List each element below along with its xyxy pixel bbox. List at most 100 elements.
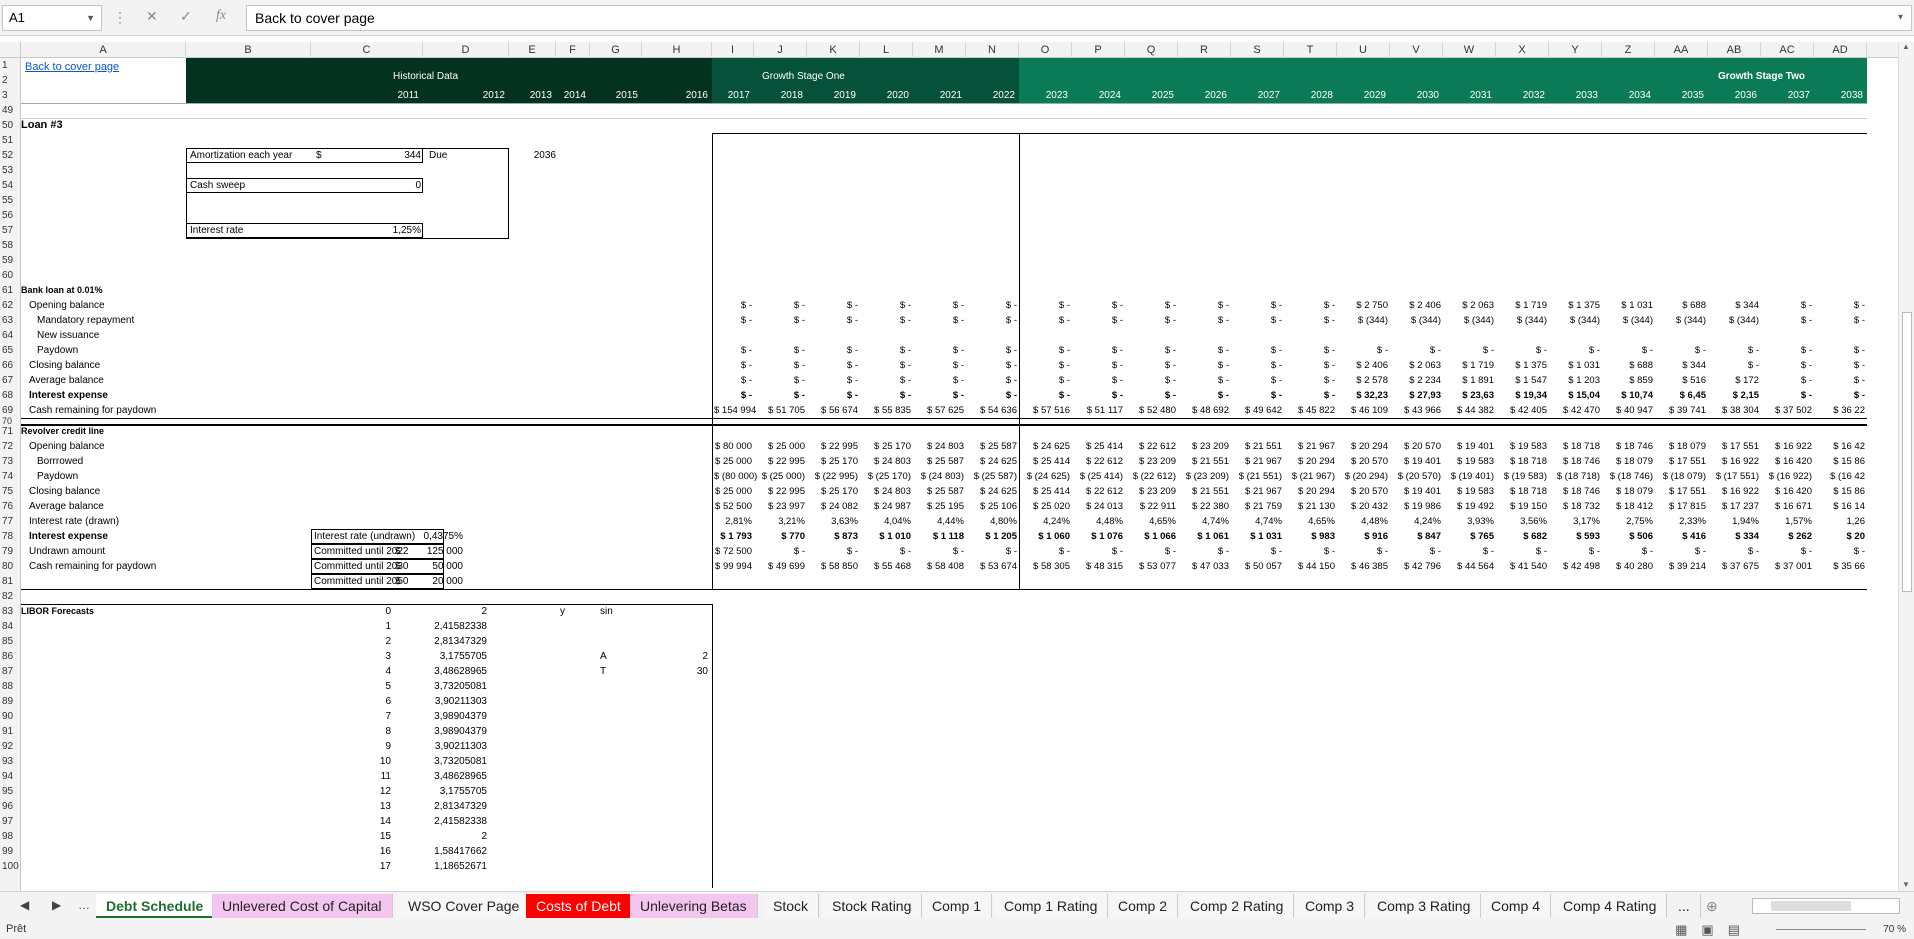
row-header[interactable]: 51 [0, 133, 21, 148]
sheet-tab[interactable]: Comp 2 Rating [1180, 894, 1295, 918]
sheet-tab[interactable]: Comp 2 [1108, 894, 1179, 918]
formula-input[interactable]: Back to cover page ▾ [246, 5, 1912, 31]
column-header[interactable]: I [712, 42, 754, 58]
row-header[interactable]: 72 [0, 439, 21, 454]
row-header[interactable]: 100 [0, 859, 21, 874]
column-header[interactable]: M [913, 42, 966, 58]
column-header[interactable]: F [556, 42, 590, 58]
chevron-down-icon[interactable]: ▼ [86, 6, 95, 30]
column-header[interactable]: D [423, 42, 509, 58]
row-header[interactable]: 70 [0, 414, 21, 429]
cell-grid[interactable]: Back to cover page Historical Data Growth … [21, 58, 1898, 891]
sheet-tab[interactable]: Unlevered Cost of Capital [212, 894, 393, 918]
row-header[interactable]: 98 [0, 829, 21, 844]
column-header[interactable]: S [1231, 42, 1284, 58]
row-header[interactable]: 68 [0, 388, 21, 403]
row-header[interactable]: 1 [0, 58, 21, 73]
column-header[interactable]: E [509, 42, 556, 58]
row-header[interactable]: 2 [0, 73, 21, 88]
row-header[interactable]: 66 [0, 358, 21, 373]
sheet-tab[interactable]: Comp 3 Rating [1367, 894, 1482, 918]
sheet-tab[interactable]: ... [1668, 894, 1701, 918]
vertical-scrollbar[interactable]: ▲ ▼ [1898, 42, 1914, 891]
row-header[interactable]: 83 [0, 604, 21, 619]
row-header[interactable]: 56 [0, 208, 21, 223]
back-to-cover-link[interactable]: Back to cover page [25, 60, 119, 75]
row-header[interactable]: 76 [0, 499, 21, 514]
column-header[interactable]: B [186, 42, 311, 58]
row-header[interactable]: 54 [0, 178, 21, 193]
row-header[interactable]: 63 [0, 313, 21, 328]
row-header[interactable]: 94 [0, 769, 21, 784]
row-header[interactable]: 96 [0, 799, 21, 814]
view-buttons[interactable]: ▦▣▤ [1675, 920, 1754, 939]
row-header[interactable]: 73 [0, 454, 21, 469]
row-header[interactable]: 88 [0, 679, 21, 694]
next-sheet-icon[interactable]: ▶ [52, 898, 61, 912]
column-header[interactable]: P [1072, 42, 1125, 58]
prev-sheet-icon[interactable]: ◀ [20, 898, 29, 912]
row-header[interactable]: 81 [0, 574, 21, 589]
column-header[interactable]: J [754, 42, 807, 58]
column-header[interactable]: R [1178, 42, 1231, 58]
row-header[interactable]: 79 [0, 544, 21, 559]
column-header[interactable]: O [1019, 42, 1072, 58]
sheet-tab[interactable]: Stock Rating [822, 894, 923, 918]
row-header[interactable]: 85 [0, 634, 21, 649]
row-header[interactable]: 87 [0, 664, 21, 679]
column-header[interactable]: Y [1549, 42, 1602, 58]
column-header[interactable]: H [642, 42, 712, 58]
row-header[interactable]: 93 [0, 754, 21, 769]
column-header[interactable]: V [1390, 42, 1443, 58]
row-header[interactable]: 57 [0, 223, 21, 238]
column-header[interactable]: Z [1602, 42, 1655, 58]
column-header[interactable]: N [966, 42, 1019, 58]
row-header[interactable]: 91 [0, 724, 21, 739]
row-header[interactable]: 55 [0, 193, 21, 208]
row-header[interactable]: 60 [0, 268, 21, 283]
row-header[interactable]: 58 [0, 238, 21, 253]
row-header[interactable]: 97 [0, 814, 21, 829]
column-header[interactable]: Q [1125, 42, 1178, 58]
select-all-corner[interactable] [0, 42, 21, 58]
column-header[interactable]: G [590, 42, 642, 58]
row-header[interactable]: 52 [0, 148, 21, 163]
row-header[interactable]: 77 [0, 514, 21, 529]
row-header[interactable]: 62 [0, 298, 21, 313]
hscroll-thumb[interactable] [1771, 901, 1851, 911]
column-header[interactable]: AD [1814, 42, 1867, 58]
sheet-tab[interactable]: Comp 1 [922, 894, 993, 918]
scroll-thumb[interactable] [1902, 312, 1912, 592]
row-header[interactable]: 53 [0, 163, 21, 178]
row-header[interactable]: 65 [0, 343, 21, 358]
row-header[interactable]: 59 [0, 253, 21, 268]
scroll-down-icon[interactable]: ▼ [1902, 880, 1910, 889]
row-header[interactable]: 90 [0, 709, 21, 724]
zoom-level[interactable]: 70 % [1883, 920, 1906, 939]
row-header[interactable]: 61 [0, 283, 21, 298]
row-header[interactable]: 50 [0, 118, 21, 133]
horizontal-scrollbar[interactable] [1752, 898, 1900, 914]
row-header[interactable]: 75 [0, 484, 21, 499]
add-sheet-icon[interactable]: ⊕ [1706, 898, 1718, 915]
scroll-up-icon[interactable]: ▲ [1902, 42, 1910, 51]
column-header[interactable]: K [807, 42, 860, 58]
column-header[interactable]: AC [1761, 42, 1814, 58]
column-header[interactable]: AB [1708, 42, 1761, 58]
sheet-tab[interactable]: Debt Schedule [96, 894, 215, 918]
row-header[interactable]: 99 [0, 844, 21, 859]
sheet-tab[interactable]: Comp 4 Rating [1553, 894, 1668, 918]
sheet-tab[interactable]: Comp 4 [1481, 894, 1552, 918]
name-box[interactable]: A1 ▼ [2, 5, 102, 31]
more-sheets-icon[interactable]: … [78, 898, 90, 912]
function-icon[interactable]: fx [216, 8, 226, 24]
row-header[interactable]: 49 [0, 103, 21, 118]
row-header[interactable]: 80 [0, 559, 21, 574]
sheet-tab[interactable]: WSO Cover Page [398, 894, 531, 918]
sheet-tab[interactable]: Stock [763, 894, 820, 918]
row-header[interactable]: 86 [0, 649, 21, 664]
column-header[interactable]: W [1443, 42, 1496, 58]
enter-icon[interactable]: ✓ [180, 8, 192, 25]
column-header[interactable]: AA [1655, 42, 1708, 58]
column-header[interactable]: A [21, 42, 186, 58]
